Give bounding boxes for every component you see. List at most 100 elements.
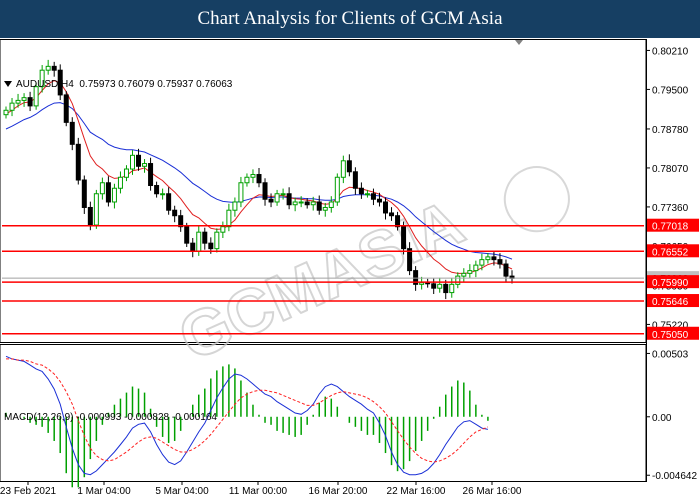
candle	[370, 188, 376, 206]
candle	[461, 268, 467, 282]
candle	[190, 238, 196, 258]
candle	[340, 155, 346, 184]
candle-body	[485, 256, 491, 261]
candle	[226, 203, 232, 232]
candle	[250, 169, 256, 184]
candle-body	[226, 209, 232, 228]
candle-body	[81, 179, 87, 208]
candle-body	[340, 160, 346, 178]
macd-main-value: -0.000993	[76, 412, 122, 423]
candle-body	[298, 201, 304, 204]
time-axis-tick-label: 22 Mar 16:00	[387, 486, 446, 497]
candle	[63, 91, 69, 127]
candle-body	[346, 160, 352, 173]
candle	[244, 173, 250, 187]
candle-body	[232, 201, 238, 211]
candle	[358, 182, 364, 199]
candle-body	[184, 226, 190, 244]
candle-body	[473, 264, 479, 272]
candle-body	[51, 65, 57, 71]
candle	[322, 202, 328, 217]
candle	[316, 195, 322, 215]
candle-body	[443, 283, 449, 294]
candle-body	[63, 94, 69, 123]
candle-body	[190, 242, 196, 252]
candle	[473, 260, 479, 278]
candle-body	[370, 193, 376, 200]
time-axis-tick-label: 11 Mar 00:00	[229, 486, 288, 497]
candle-body	[208, 242, 214, 250]
candle-body	[105, 182, 111, 203]
candle-body	[256, 174, 262, 184]
candle	[232, 197, 238, 217]
candle-body	[431, 283, 437, 289]
candle-body	[389, 212, 395, 217]
candle	[220, 221, 226, 239]
candle	[178, 209, 184, 232]
instrument-symbol: AUDUSD,H4	[16, 79, 74, 90]
candle	[467, 264, 473, 278]
candle	[75, 137, 81, 185]
chart-frame[interactable]: GCMASIA 0.80210 0.79500 0.78780 0.78070 0.77…	[0, 38, 700, 500]
candle-body	[304, 201, 310, 206]
macd-signal-value: -0.000828	[124, 412, 170, 423]
candle	[334, 173, 340, 206]
candle	[274, 189, 280, 206]
candle	[69, 117, 75, 151]
candle-body	[376, 198, 382, 203]
price-axis-tick-label: 0.79500	[652, 85, 689, 96]
watermark-logo: GCMASIA	[167, 166, 570, 375]
watermark-seal-icon	[503, 166, 570, 233]
candle-body	[334, 176, 340, 203]
candle-body	[461, 272, 467, 277]
candle	[268, 193, 274, 208]
time-axis-tick-label: 1 Mar 04:00	[77, 486, 131, 497]
candle-body	[130, 154, 135, 170]
macd-axis-tick-label: 0.00	[652, 413, 672, 424]
macd-info: MACD(12,26,9) -0.000993 -0.000828 -0.000…	[4, 412, 217, 423]
candle-body	[196, 231, 202, 252]
candle-body	[123, 168, 129, 178]
candle-body	[274, 193, 280, 203]
candle-body	[172, 209, 178, 217]
candle	[214, 228, 220, 253]
level-price-tag-label: 0.75646	[652, 297, 689, 308]
candle-body	[148, 163, 154, 187]
candle	[286, 187, 292, 210]
candle	[111, 183, 117, 209]
candle	[148, 157, 154, 191]
ohlc-close: 0.76063	[196, 79, 233, 90]
candle-body	[27, 97, 33, 107]
time-axis-tick-label: 23 Feb 2021	[0, 486, 57, 497]
candle-body	[45, 65, 51, 71]
candle	[425, 278, 431, 288]
candle	[280, 188, 286, 200]
candle-body	[437, 283, 443, 289]
level-price-tag-label: 0.75990	[652, 278, 689, 289]
candle-body	[166, 193, 172, 211]
candle-body	[238, 182, 244, 203]
price-axis-tick-label: 0.78780	[652, 125, 689, 136]
level-price-tag-label: 0.75050	[652, 330, 689, 341]
candle-body	[160, 193, 166, 196]
candle-body	[111, 187, 117, 203]
candle-body	[214, 231, 220, 250]
candle	[479, 253, 485, 271]
candle-body	[117, 176, 123, 189]
candle-body	[268, 198, 274, 203]
candle	[503, 259, 509, 283]
candle-body	[364, 193, 370, 196]
collapse-triangle-icon[interactable]	[4, 81, 12, 88]
chart-shift-marker[interactable]	[515, 40, 523, 45]
candle-body	[142, 163, 148, 167]
candle	[346, 154, 352, 177]
price-chart[interactable]: GCMASIA 0.80210 0.79500 0.78780 0.78070 0.77…	[0, 38, 700, 500]
candle-body	[316, 201, 322, 211]
candle-body	[322, 206, 328, 211]
ohlc-high: 0.76079	[118, 79, 155, 90]
candle	[437, 277, 443, 293]
candle	[172, 205, 178, 223]
candle-body	[3, 109, 9, 116]
candle-body	[383, 201, 388, 214]
candle-body	[358, 187, 364, 195]
